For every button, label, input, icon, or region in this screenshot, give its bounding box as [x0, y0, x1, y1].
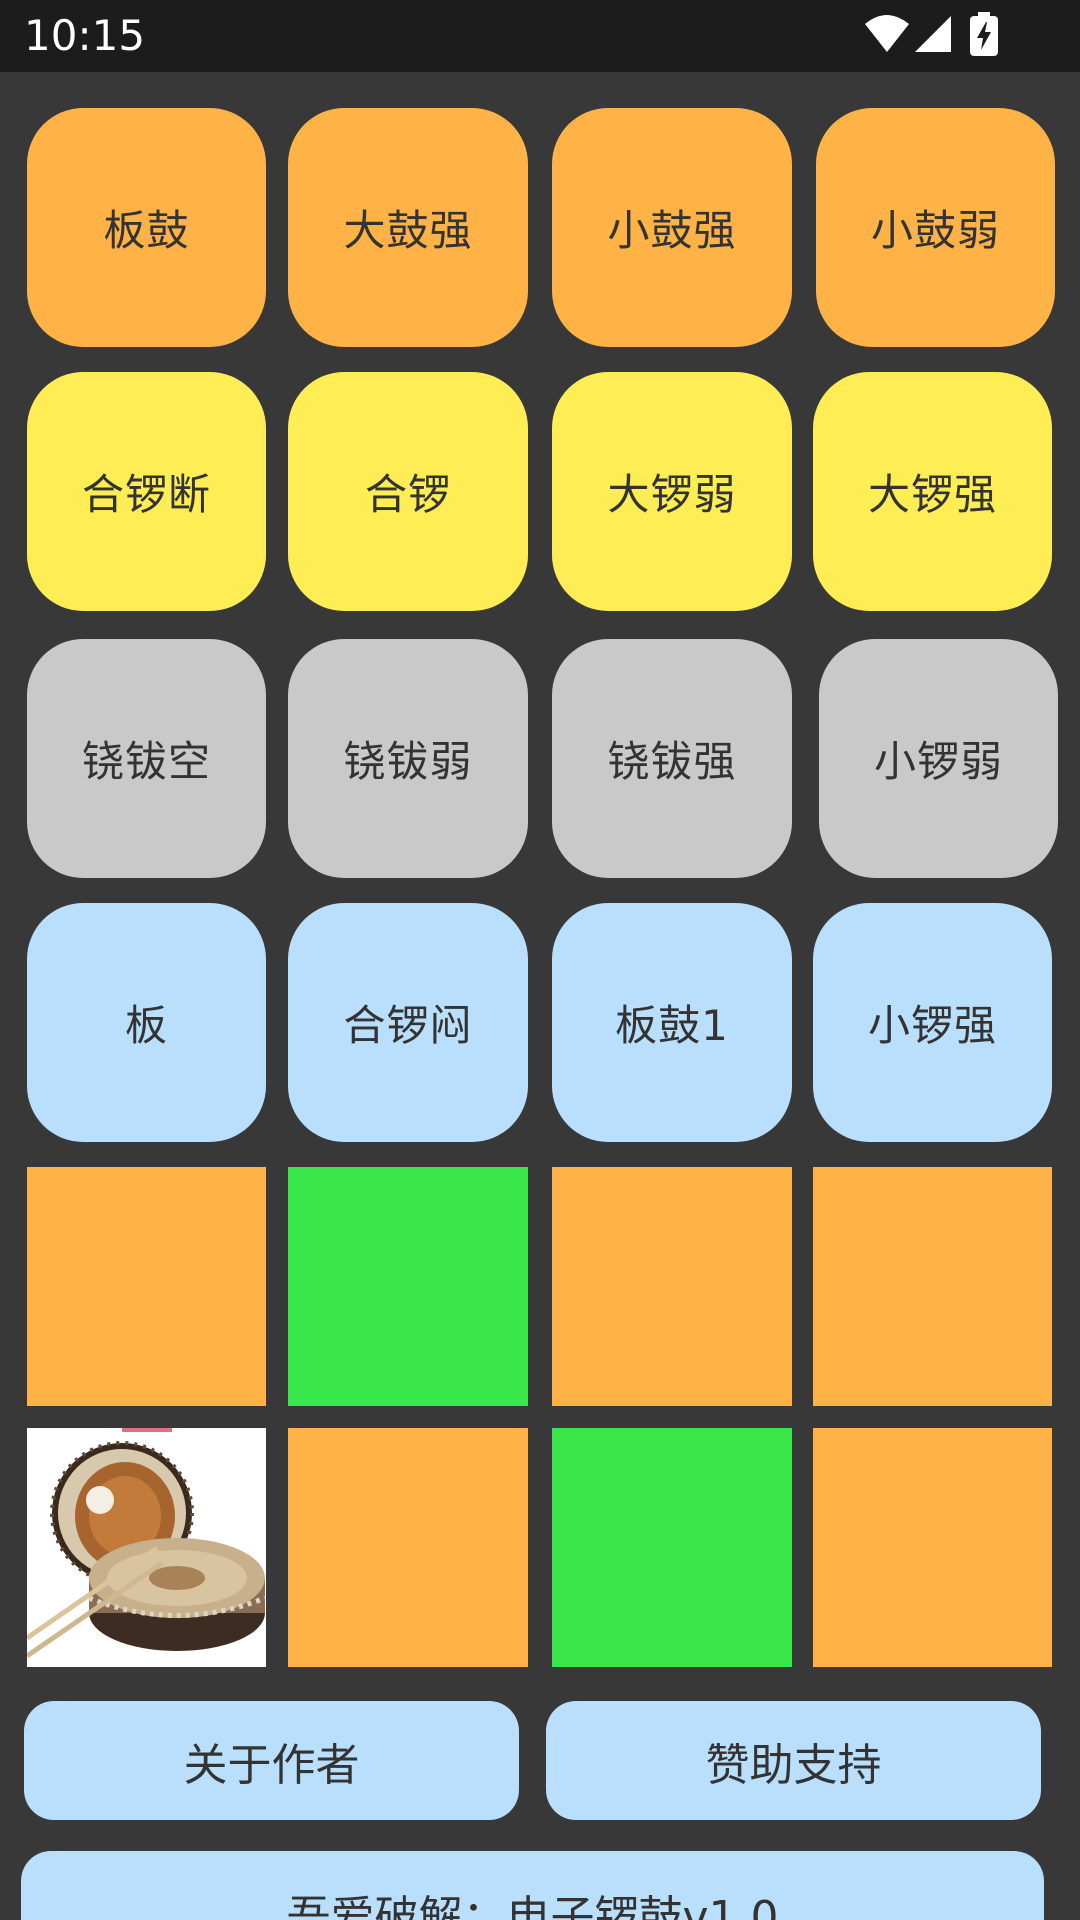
tile-green[interactable]	[552, 1428, 792, 1667]
status-time: 10:15	[24, 11, 146, 60]
tile-orange[interactable]	[288, 1428, 528, 1667]
pad-daluo-qiang[interactable]: 大锣强	[813, 372, 1052, 611]
drum-image[interactable]	[27, 1428, 266, 1667]
app-body: 板鼓 大鼓强 小鼓强 小鼓弱 合锣断 合锣 大锣弱 大锣强 铙钹空 铙钹弱 铙钹…	[0, 72, 1080, 1920]
tile-orange[interactable]	[813, 1167, 1052, 1406]
pad-xiaogu-ruo[interactable]: 小鼓弱	[816, 108, 1055, 347]
pad-naobo-kong[interactable]: 铙钹空	[27, 639, 266, 878]
pad-bangu-1[interactable]: 板鼓1	[552, 903, 792, 1142]
tile-green[interactable]	[288, 1167, 528, 1406]
pad-ban[interactable]: 板	[27, 903, 266, 1142]
battery-charging-icon	[970, 12, 998, 56]
pad-heluo[interactable]: 合锣	[288, 372, 528, 611]
signal-icon	[915, 16, 951, 52]
wifi-icon	[865, 15, 909, 52]
pad-bangu[interactable]: 板鼓	[27, 108, 266, 347]
pad-heluo-duan[interactable]: 合锣断	[27, 372, 266, 611]
pad-xiaogu-qiang[interactable]: 小鼓强	[552, 108, 792, 347]
pad-daluo-ruo[interactable]: 大锣弱	[552, 372, 792, 611]
pad-heluo-men[interactable]: 合锣闷	[288, 903, 528, 1142]
drum-illustration	[27, 1428, 266, 1667]
pad-dagu-qiang[interactable]: 大鼓强	[288, 108, 528, 347]
pad-naobo-ruo[interactable]: 铙钹弱	[288, 639, 528, 878]
footer-title-button[interactable]: 吾爱破解：电子锣鼓v1.0	[21, 1851, 1044, 1920]
tile-orange[interactable]	[813, 1428, 1052, 1667]
footer-title-label: 吾爱破解：电子锣鼓v1.0	[286, 1892, 779, 1920]
status-bar: 10:15	[0, 0, 1080, 72]
tile-orange[interactable]	[27, 1167, 266, 1406]
tile-orange[interactable]	[552, 1167, 792, 1406]
about-author-button[interactable]: 关于作者	[24, 1701, 519, 1820]
pad-xiaoluo-ruo[interactable]: 小锣弱	[819, 639, 1058, 878]
pad-xiaoluo-qiang[interactable]: 小锣强	[813, 903, 1052, 1142]
sponsor-button[interactable]: 赞助支持	[546, 1701, 1041, 1820]
pad-naobo-qiang[interactable]: 铙钹强	[552, 639, 792, 878]
